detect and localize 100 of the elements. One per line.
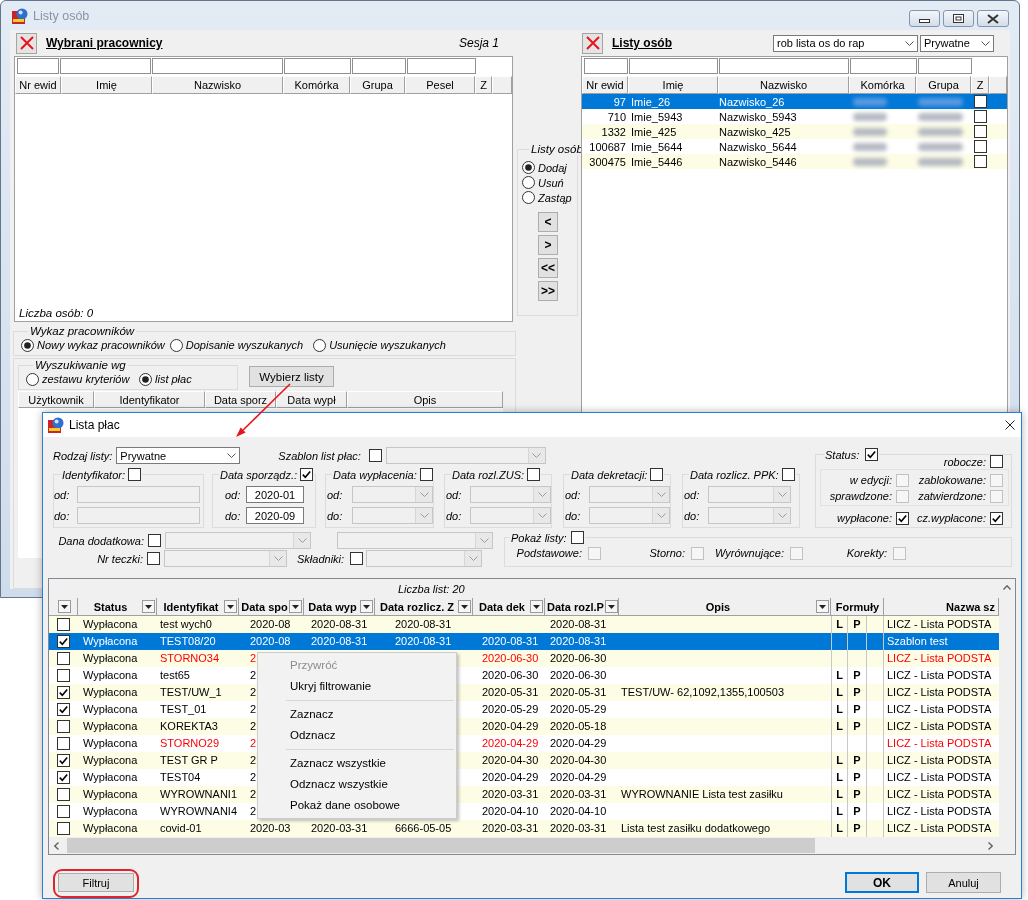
table-cell-text: 2 — [249, 668, 258, 683]
table-cell-text: TEST/UW_1 — [159, 685, 223, 700]
checkbox-label: zablokowane: — [918, 474, 986, 486]
table-cell-text: 2020-08-31 — [549, 617, 608, 632]
table-cell-text: L — [835, 668, 844, 683]
table-cell-text: 2020-08 — [249, 634, 292, 649]
group-label: Data rozlicz. PPK: — [690, 468, 779, 481]
checkbox-label: Podstawowe: — [516, 547, 582, 559]
field-label: Szablon list płac: — [278, 449, 361, 462]
table-cell: P — [847, 684, 866, 701]
table-cell: P — [847, 752, 866, 769]
table-cell-text: 2020-08-31 — [394, 617, 453, 632]
table-cell-text: Wypłacona — [82, 787, 139, 802]
checkbox-label: robocze: — [943, 455, 986, 468]
table-cell-text: 2020-03-31 — [310, 821, 369, 836]
table-cell-text: LICZ - Lista PODSTA — [886, 685, 993, 700]
table-cell-text: L — [835, 702, 844, 717]
table-cell-text: LICZ - Lista PODSTA — [886, 770, 993, 785]
table-cell-text: test65 — [159, 668, 191, 683]
table-cell-text: 2020-05-29 — [549, 702, 608, 717]
table-cell-text: 2020-03-31 — [481, 821, 540, 836]
table-cell-text: 2020-04-10 — [549, 804, 608, 819]
table-cell-text: 1332 — [600, 124, 627, 139]
field-label: od: — [225, 488, 242, 501]
table-cell-text: 2 — [249, 787, 258, 802]
table-cell-text: LICZ - Lista PODSTA — [886, 668, 993, 683]
table-cell-text: TEST_01 — [159, 702, 208, 717]
checkbox-label: w edycji: — [849, 474, 892, 486]
field-label: do: — [54, 509, 71, 522]
table-cell-text: Wypłacona — [82, 719, 139, 734]
table-cell-text: 2020-04-30 — [481, 753, 540, 768]
field-label: od: — [565, 488, 582, 501]
table-cell-text: 2020-04-29 — [481, 719, 540, 734]
table-cell-text: L — [835, 821, 844, 836]
table-cell-text: 2020-04-29 — [549, 770, 608, 785]
table-cell-text: Imie_425 — [630, 124, 678, 139]
checkbox-label: sprawdzone: — [829, 490, 892, 502]
table-cell-text: 100687 — [588, 139, 627, 154]
table-cell-text: 97 — [612, 94, 627, 109]
table-cell-text: 2020-06-30 — [549, 668, 608, 683]
table-cell-text: 2020-03-31 — [549, 821, 608, 836]
field-label: od: — [446, 488, 463, 501]
table-cell-text: Imie_5446 — [630, 154, 684, 169]
field-label: od: — [327, 488, 344, 501]
person-count: Liczba osób: 0 — [19, 307, 94, 319]
table-cell-text: Wypłacona — [82, 753, 139, 768]
table-cell-text: L — [835, 685, 844, 700]
table-cell-text: TEST08/20 — [159, 634, 217, 649]
table-cell-text: Wypłacona — [82, 736, 139, 751]
table-cell-text: 710 — [606, 109, 627, 124]
table-cell-text: TEST/UW- 62,1092,1355,100503 — [620, 685, 786, 700]
panel-title: Listy osób — [612, 36, 672, 50]
dialog-title: Lista płac — [69, 418, 120, 432]
table-cell-text: Imie_5943 — [630, 109, 684, 124]
table-cell-text: Wypłacona — [82, 821, 139, 836]
table-cell-text: 2020-08-31 — [394, 634, 453, 649]
table-cell-text: 2020-05-31 — [549, 685, 608, 700]
table-cell-text: Nazwisko_425 — [718, 124, 792, 139]
table-cell-text: Nazwisko_26 — [718, 94, 786, 109]
table-cell-text: Wypłacona — [82, 617, 139, 632]
table-cell-text: 2020-05-29 — [481, 702, 540, 717]
table-cell-text: 2020-03-31 — [549, 787, 608, 802]
table-cell-text: TEST04 — [159, 770, 202, 785]
field-label: do: — [565, 509, 582, 522]
table-cell-text: LICZ - Lista PODSTA — [886, 617, 993, 632]
table-cell-text: 6666-05-05 — [394, 821, 453, 836]
table-cell-text: 2020-06-30 — [549, 651, 608, 666]
table-cell-text: 2020-04-29 — [549, 736, 608, 751]
table-cell-text: 2020-06-30 — [481, 651, 540, 666]
table-cell-text: Wypłacona — [82, 702, 139, 717]
table-cell-text: 2020-08-31 — [310, 634, 369, 649]
table-cell-text: 300475 — [588, 154, 627, 169]
table-cell-text: LICZ - Lista PODSTA — [886, 702, 993, 717]
table-cell-text: L — [835, 719, 844, 734]
table-cell-text: 2020-08 — [249, 617, 292, 632]
checkbox-label: Wyrównujące: — [714, 547, 784, 559]
table-cell-text: 2020-05-18 — [549, 719, 608, 734]
table-cell-text: Imie_26 — [630, 94, 672, 109]
table-cell-text: KOREKTA3 — [159, 719, 219, 734]
field-label: Dana dodatkowa: — [57, 534, 144, 547]
table-cell-text: STORNO29 — [159, 736, 221, 751]
table-cell-text: LICZ - Lista PODSTA — [886, 736, 993, 751]
table-cell-text: L — [835, 804, 844, 819]
field-label: Składniki: — [297, 552, 345, 565]
table-cell-text: WYROWNANI1 — [159, 787, 238, 802]
table-cell-text: LICZ - Lista PODSTA — [886, 821, 993, 836]
table-cell-text: LICZ - Lista PODSTA — [886, 787, 993, 802]
field-label: do: — [684, 509, 701, 522]
table-cell: P — [847, 718, 866, 735]
table-cell-text: LICZ - Lista PODSTA — [886, 804, 993, 819]
table-cell-text: 2020-04-10 — [481, 804, 540, 819]
table-cell-text: 2020-03-31 — [481, 787, 540, 802]
table-cell-text: Wypłacona — [82, 770, 139, 785]
field-label: do: — [225, 509, 242, 522]
list-count: Liczba list: 20 — [398, 582, 465, 595]
checkbox-label: wypłacone: — [836, 512, 892, 524]
group-label: Data sporządz.: — [220, 468, 298, 481]
group-label: Pokaż listy: — [511, 531, 567, 544]
table-cell-text: LICZ - Lista PODSTA — [886, 651, 993, 666]
table-cell-text: Nazwisko_5644 — [718, 139, 798, 154]
